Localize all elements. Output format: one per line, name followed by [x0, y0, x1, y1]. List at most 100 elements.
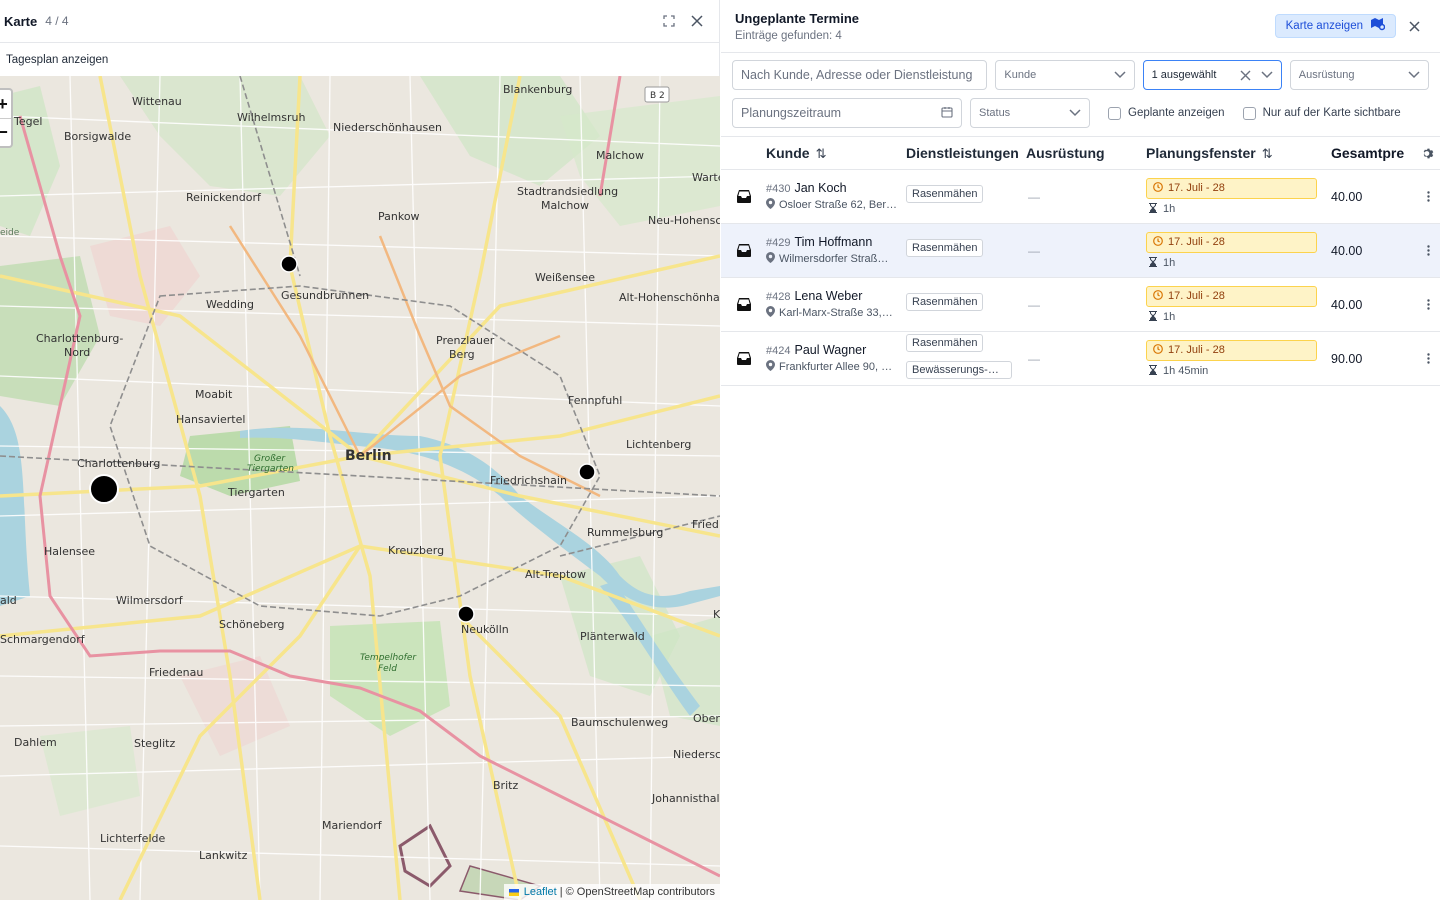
map-label: Tegel: [13, 115, 42, 128]
kebab-menu-icon[interactable]: [1416, 245, 1440, 256]
map-marker[interactable]: [578, 463, 596, 481]
fullscreen-icon[interactable]: [655, 7, 683, 35]
service-tag: Rasenmähen: [906, 333, 984, 352]
sort-icon[interactable]: ⇅: [816, 146, 827, 161]
customer-address: Karl-Marx-Straße 33,…: [779, 307, 893, 319]
table-row[interactable]: #424 Paul Wagner Frankfurter Allee 90, … …: [721, 332, 1440, 386]
map-header: Karte 4 / 4: [0, 0, 719, 43]
status-select[interactable]: Status: [970, 98, 1090, 128]
table-row[interactable]: #428 Lena Weber Karl-Marx-Straße 33,… Ras…: [721, 278, 1440, 332]
dienstleistung-select[interactable]: 1 ausgewählt: [1142, 60, 1282, 90]
location-pin-icon: [766, 252, 775, 266]
show-map-label: Karte anzeigen: [1285, 20, 1363, 32]
services-cell: Rasenmähen: [906, 185, 1026, 208]
col-dienstleistungen: Dienstleistungen: [906, 145, 1019, 161]
settings-gear-icon[interactable]: [1416, 147, 1440, 160]
zoom-in-button[interactable]: +: [0, 90, 11, 118]
map-label: Stadtrandsiedlung: [517, 185, 618, 198]
map-marker[interactable]: [280, 255, 298, 273]
map-label: Wedding: [206, 298, 254, 311]
appointment-id: #429: [766, 237, 791, 249]
checkbox-box[interactable]: [1108, 106, 1121, 120]
map-label: Lichtenberg: [626, 438, 691, 451]
show-map-button[interactable]: Karte anzeigen: [1274, 14, 1396, 38]
customer-name[interactable]: Jan Koch: [794, 181, 846, 195]
equipment-value: —: [1028, 351, 1040, 366]
map-label: Warte: [692, 171, 720, 184]
filter-bar: Nach Kunde, Adresse oder Dienstleistung …: [721, 53, 1440, 128]
map-label: Plänterwald: [580, 630, 645, 643]
checkbox-box[interactable]: [1242, 106, 1256, 120]
map-label: Friedenau: [149, 666, 203, 679]
table-row[interactable]: #429 Tim Hoffmann Wilmersdorfer Straß… Ra…: [721, 224, 1440, 278]
map-label: Tiergarten: [227, 486, 285, 499]
col-kunde[interactable]: Kunde ⇅: [766, 145, 906, 162]
close-panel-icon[interactable]: [1402, 14, 1426, 38]
map-label: Fennpfuhl: [568, 394, 622, 407]
planning-window-text: 17. Juli - 28: [1168, 344, 1225, 356]
search-input[interactable]: Nach Kunde, Adresse oder Dienstleistung: [732, 60, 988, 90]
col-planungsfenster[interactable]: Planungsfenster ⇅: [1146, 145, 1331, 162]
show-planned-checkbox[interactable]: Geplante anzeigen: [1108, 106, 1225, 120]
planning-window-text: 17. Juli - 28: [1168, 182, 1225, 194]
map-label: Nord: [64, 346, 90, 359]
services-cell: Rasenmähen: [906, 293, 1026, 316]
ausruestung-select[interactable]: Ausrüstung: [1289, 60, 1429, 90]
planungszeitraum-input[interactable]: Planungszeitraum: [732, 98, 962, 128]
clock-icon: [1153, 343, 1163, 357]
hourglass-icon: [1149, 202, 1157, 216]
map-marker[interactable]: [89, 474, 119, 504]
location-pin-icon: [766, 198, 775, 212]
map-marker[interactable]: [457, 605, 475, 623]
map-label: Wilhelmsruh: [237, 111, 305, 124]
only-visible-on-map-checkbox[interactable]: Nur auf der Karte sichtbare: [1242, 106, 1401, 120]
map-pin-icon: [1371, 18, 1386, 34]
map-label: Tiergarten: [247, 464, 294, 474]
kebab-menu-icon[interactable]: [1416, 353, 1440, 364]
inbox-icon: [721, 298, 766, 311]
map-panel: Karte 4 / 4 Tagesplan anzeigen Wittenau …: [0, 0, 720, 900]
duration-text: 1h: [1163, 311, 1176, 323]
road-shield-b2: B 2: [644, 86, 670, 103]
map-label: Kreuzberg: [388, 544, 444, 557]
map-label: Blankenburg: [503, 83, 572, 96]
equipment-value: —: [1028, 297, 1040, 312]
leaflet-link[interactable]: Leaflet: [524, 886, 557, 898]
map-label: Steglitz: [134, 737, 175, 750]
map-canvas[interactable]: Wittenau Tegel Borsigwalde Wilhelmsruh N…: [0, 76, 720, 900]
customer-name[interactable]: Tim Hoffmann: [794, 235, 872, 249]
map-label: Moabit: [195, 388, 233, 401]
equipment-value: —: [1028, 243, 1040, 258]
map-label: Dahlem: [14, 736, 57, 749]
total-price: 40.00: [1331, 189, 1363, 204]
map-label: Reinickendorf: [186, 191, 262, 204]
col-ausruestung: Ausrüstung: [1026, 145, 1105, 161]
map-label: Mariendorf: [322, 819, 383, 832]
inbox-icon: [721, 244, 766, 257]
map-label: Malchow: [541, 199, 589, 212]
map-label: Baumschulenweg: [571, 716, 668, 729]
map-label: Tempelhofer: [360, 653, 417, 663]
kebab-menu-icon[interactable]: [1416, 191, 1440, 202]
zoom-out-button[interactable]: −: [0, 118, 11, 146]
table-row[interactable]: #430 Jan Koch Osloer Straße 62, Ber… Rase…: [721, 170, 1440, 224]
day-plan-link[interactable]: Tagesplan anzeigen: [6, 54, 108, 66]
list-header: Ungeplante Termine Einträge gefunden: 4 …: [721, 0, 1440, 53]
map-label: ald: [0, 594, 17, 607]
sort-icon[interactable]: ⇅: [1262, 146, 1273, 161]
close-map-icon[interactable]: [683, 7, 711, 35]
chevron-down-icon: [1069, 109, 1081, 117]
map-label: Niederschönhausen: [333, 121, 442, 134]
map-label: Malchow: [596, 149, 644, 162]
inbox-icon: [721, 352, 766, 365]
kunde-select[interactable]: Kunde: [995, 60, 1135, 90]
map-label: Hansaviertel: [176, 413, 245, 426]
customer-name[interactable]: Paul Wagner: [794, 343, 866, 357]
customer-name[interactable]: Lena Weber: [794, 289, 862, 303]
map-marker-count: 4 / 4: [45, 14, 69, 28]
appointment-id: #424: [766, 345, 791, 357]
customer-address: Osloer Straße 62, Ber…: [779, 199, 897, 211]
map-label: Lichterfelde: [100, 832, 165, 845]
kebab-menu-icon[interactable]: [1416, 299, 1440, 310]
clear-icon[interactable]: [1240, 70, 1251, 81]
